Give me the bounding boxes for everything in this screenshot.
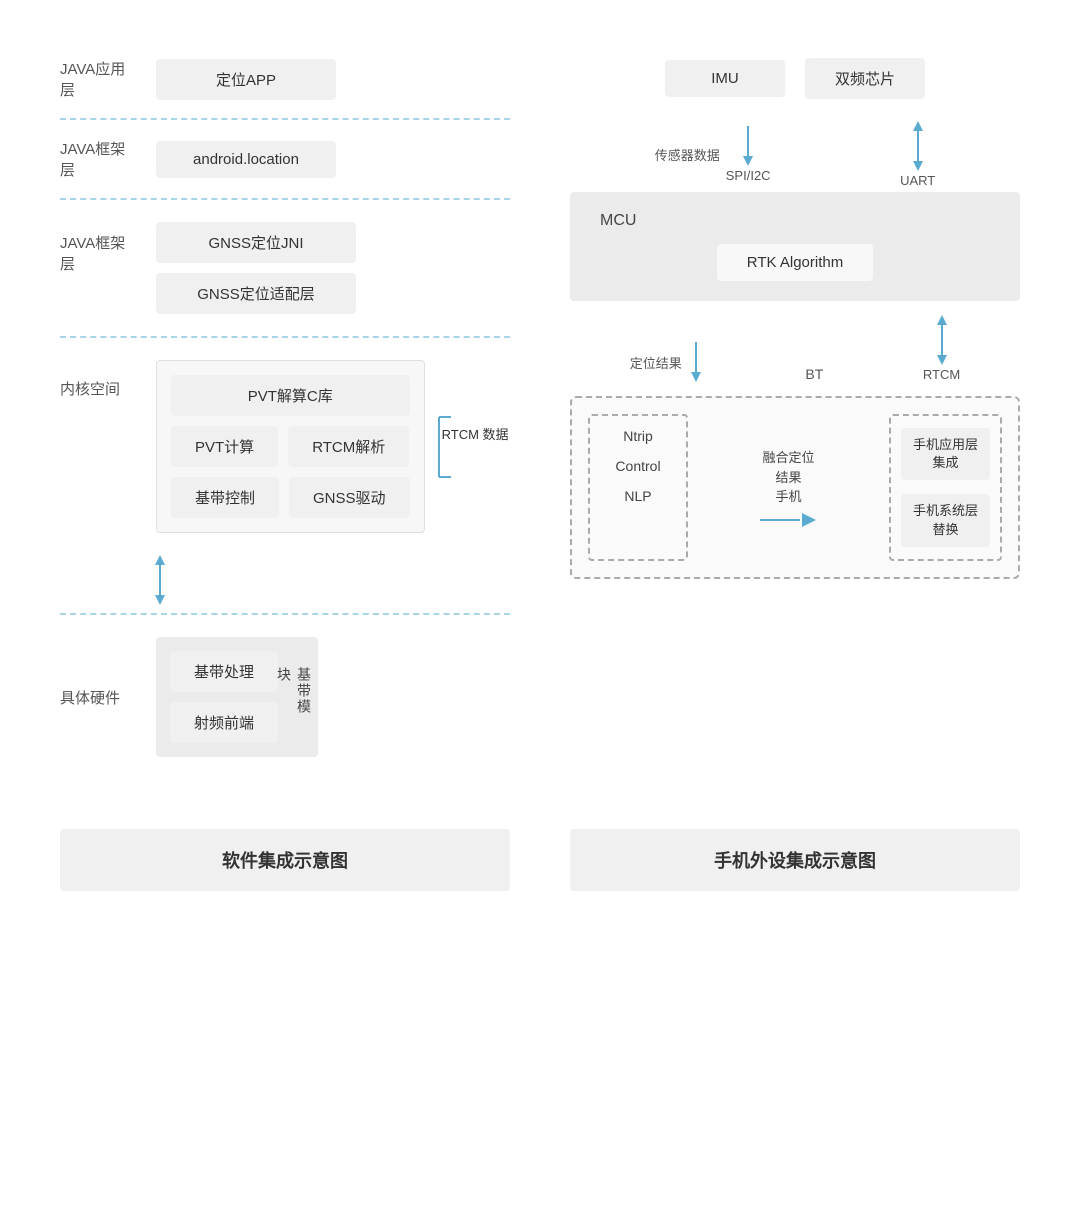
left-caption: 软件集成示意图	[60, 829, 510, 891]
java-framework-label2: JAVA框架层	[60, 222, 140, 274]
hardware-label: 具体硬件	[60, 687, 140, 708]
rtcm-right-label: RTCM	[923, 367, 960, 382]
baseband-module-container: 基带处理 射频前端 基带模块	[156, 637, 318, 757]
phone-layers-box: 手机应用层 集成 手机系统层 替换	[889, 414, 1002, 561]
java-framework-row1: JAVA框架层 android.location	[60, 120, 510, 198]
kernel-label: 内核空间	[60, 360, 140, 399]
positioning-app-box: 定位APP	[156, 59, 336, 100]
rtcm-parse-box: RTCM解析	[288, 426, 409, 467]
bt-group: BT	[805, 366, 823, 382]
position-down-arrow-svg	[686, 342, 706, 382]
kernel-hardware-arrow	[60, 555, 510, 613]
main-container: JAVA应用层 定位APP JAVA框架层 android.location J…	[60, 40, 1020, 779]
bidirectional-arrow-svg	[150, 555, 170, 605]
fusion-label: 融合定位 结果 手机	[762, 448, 814, 507]
phone-integration-box: Ntrip Control NLP 融合定位 结果 手机	[570, 396, 1020, 579]
pvt-bottom: PVT计算 RTCM解析	[171, 426, 410, 467]
pvt-top: PVT解算C库	[171, 375, 410, 416]
pvt-calc-box: PVT计算	[171, 426, 278, 467]
rtcm-group: RTCM	[923, 315, 960, 382]
fusion-right-arrow-svg	[802, 513, 816, 527]
baseband-module-label: 基带模块	[274, 667, 314, 727]
rtcm-data-label: RTCM 数据	[442, 427, 509, 444]
mcu-label: MCU	[590, 212, 636, 230]
right-top-row: IMU 双频芯片	[570, 40, 1020, 117]
spi-arrow-group: SPI/I2C	[726, 126, 771, 183]
footer: 软件集成示意图 手机外设集成示意图	[60, 829, 1020, 891]
rtk-box: RTK Algorithm	[717, 244, 873, 281]
uart-label: UART	[900, 173, 935, 188]
ntrip-label: Ntrip	[623, 428, 653, 444]
imu-box: IMU	[665, 60, 785, 97]
java-app-row: JAVA应用层 定位APP	[60, 40, 510, 118]
right-caption: 手机外设集成示意图	[570, 829, 1020, 891]
gnss-boxes: GNSS定位JNI GNSS定位适配层	[156, 222, 356, 314]
mcu-box: MCU RTK Algorithm	[570, 192, 1020, 301]
kernel-box: PVT解算C库 PVT计算 RTCM解析 基带控制 GNSS驱动	[156, 360, 425, 533]
bt-rtcm-arrows-row: 定位结果 BT RTCM	[570, 301, 1020, 388]
uart-group: UART	[900, 121, 935, 188]
gnss-driver-box: GNSS驱动	[289, 477, 410, 518]
hardware-row: 具体硬件 基带处理 射频前端 基带模块	[60, 615, 510, 779]
nlp-label: NLP	[624, 488, 651, 504]
fusion-box: 融合定位 结果 手机	[700, 414, 877, 561]
baseband-row: 基带控制 GNSS驱动	[171, 477, 410, 518]
left-panel: JAVA应用层 定位APP JAVA框架层 android.location J…	[60, 40, 510, 779]
baseband-ctrl-box: 基带控制	[171, 477, 279, 518]
java-framework-row2: JAVA框架层 GNSS定位JNI GNSS定位适配层	[60, 200, 510, 336]
position-result-group: 定位结果	[630, 342, 706, 382]
phone-app-box: 手机应用层 集成	[901, 428, 990, 480]
spi-down-arrow-svg	[738, 126, 758, 166]
java-framework-label1: JAVA框架层	[60, 138, 140, 180]
fusion-arrow-line	[760, 519, 800, 521]
fusion-arrow-right	[760, 513, 816, 527]
hardware-boxes: 基带处理 射频前端 基带模块	[156, 637, 318, 757]
gnss-adapter-box: GNSS定位适配层	[156, 273, 356, 314]
sensor-arrows-row: 传感器数据 SPI/I2C UART	[570, 117, 1020, 192]
spi-label: SPI/I2C	[726, 168, 771, 183]
bt-label: BT	[805, 366, 823, 382]
rtcm-bracket: RTCM 数据	[437, 407, 467, 487]
rtcm-bracket-svg	[437, 407, 467, 487]
v-arrow-1	[150, 555, 170, 605]
dual-chip-box: 双频芯片	[805, 58, 925, 99]
android-location-box: android.location	[156, 141, 336, 178]
ntrip-control-nlp-box: Ntrip Control NLP	[588, 414, 688, 561]
uart-arrow-svg	[908, 121, 928, 171]
position-result-label: 定位结果	[630, 353, 682, 372]
right-panel: IMU 双频芯片 传感器数据 SPI/I2C	[570, 40, 1020, 779]
rtcm-arrow-svg	[932, 315, 952, 365]
java-app-label: JAVA应用层	[60, 58, 140, 100]
gnss-jni-box: GNSS定位JNI	[156, 222, 356, 263]
sensor-data-group: 传感器数据 SPI/I2C	[655, 126, 771, 183]
phone-sys-box: 手机系统层 替换	[901, 494, 990, 546]
sensor-data-label: 传感器数据	[655, 145, 720, 164]
control-label: Control	[615, 458, 660, 474]
rf-frontend-box: 射频前端	[170, 702, 278, 743]
pvt-c-box: PVT解算C库	[171, 375, 410, 416]
kernel-row: 内核空间 PVT解算C库 PVT计算 RTCM解析 基带控制 GNSS驱动	[60, 338, 510, 555]
baseband-proc-box: 基带处理	[170, 651, 278, 692]
